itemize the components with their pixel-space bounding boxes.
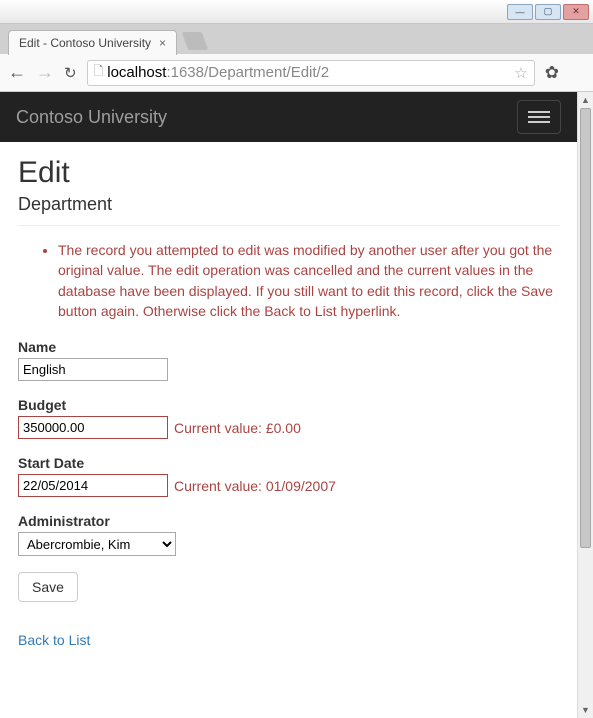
- site-navbar: Contoso University: [0, 92, 577, 142]
- browser-tab[interactable]: Edit - Contoso University ×: [8, 30, 177, 55]
- name-input[interactable]: [18, 358, 168, 381]
- start-date-input[interactable]: [18, 474, 168, 497]
- settings-gear-icon[interactable]: ✿: [545, 63, 559, 83]
- forward-button[interactable]: →: [36, 62, 54, 83]
- url-host: localhost: [107, 64, 166, 81]
- new-tab-button[interactable]: [182, 32, 209, 50]
- budget-error: Current value: £0.00: [174, 420, 301, 436]
- back-button[interactable]: ←: [8, 62, 26, 83]
- reload-button[interactable]: ↻: [64, 64, 77, 82]
- save-button[interactable]: Save: [18, 572, 78, 602]
- tab-close-icon[interactable]: ×: [159, 36, 166, 50]
- window-titlebar: — ▢ ✕: [0, 0, 593, 24]
- tab-strip: Edit - Contoso University ×: [0, 24, 593, 54]
- start-date-label: Start Date: [18, 455, 559, 471]
- address-bar[interactable]: 🗋 localhost:1638/Department/Edit/2 ☆: [87, 60, 535, 86]
- window-minimize-button[interactable]: —: [507, 4, 533, 20]
- name-label: Name: [18, 339, 559, 355]
- validation-message: The record you attempted to edit was mod…: [58, 240, 559, 321]
- administrator-select[interactable]: Abercrombie, Kim: [18, 532, 176, 556]
- page-subtitle: Department: [18, 194, 559, 215]
- browser-toolbar: ← → ↻ 🗋 localhost:1638/Department/Edit/2…: [0, 54, 593, 92]
- page-icon: 🗋: [94, 62, 104, 83]
- page-title: Edit: [18, 156, 559, 190]
- bookmark-star-icon[interactable]: ☆: [514, 64, 527, 82]
- tab-title: Edit - Contoso University: [19, 36, 151, 50]
- url-port: :1638: [166, 64, 204, 81]
- budget-label: Budget: [18, 397, 559, 413]
- site-brand[interactable]: Contoso University: [16, 107, 167, 128]
- url-path: /Department/Edit/2: [204, 64, 329, 81]
- page-content: Contoso University Edit Department The r…: [0, 92, 577, 718]
- scroll-thumb[interactable]: [580, 108, 591, 548]
- window-close-button[interactable]: ✕: [563, 4, 589, 20]
- vertical-scrollbar[interactable]: ▲ ▼: [577, 92, 593, 718]
- scroll-down-arrow[interactable]: ▼: [578, 702, 593, 718]
- budget-input[interactable]: [18, 416, 168, 439]
- start-date-error: Current value: 01/09/2007: [174, 478, 336, 494]
- scroll-up-arrow[interactable]: ▲: [578, 92, 593, 108]
- window-maximize-button[interactable]: ▢: [535, 4, 561, 20]
- navbar-toggle[interactable]: [517, 100, 561, 134]
- administrator-label: Administrator: [18, 513, 559, 529]
- divider: [18, 225, 559, 226]
- validation-summary: The record you attempted to edit was mod…: [18, 240, 559, 321]
- back-to-list-link[interactable]: Back to List: [18, 632, 90, 648]
